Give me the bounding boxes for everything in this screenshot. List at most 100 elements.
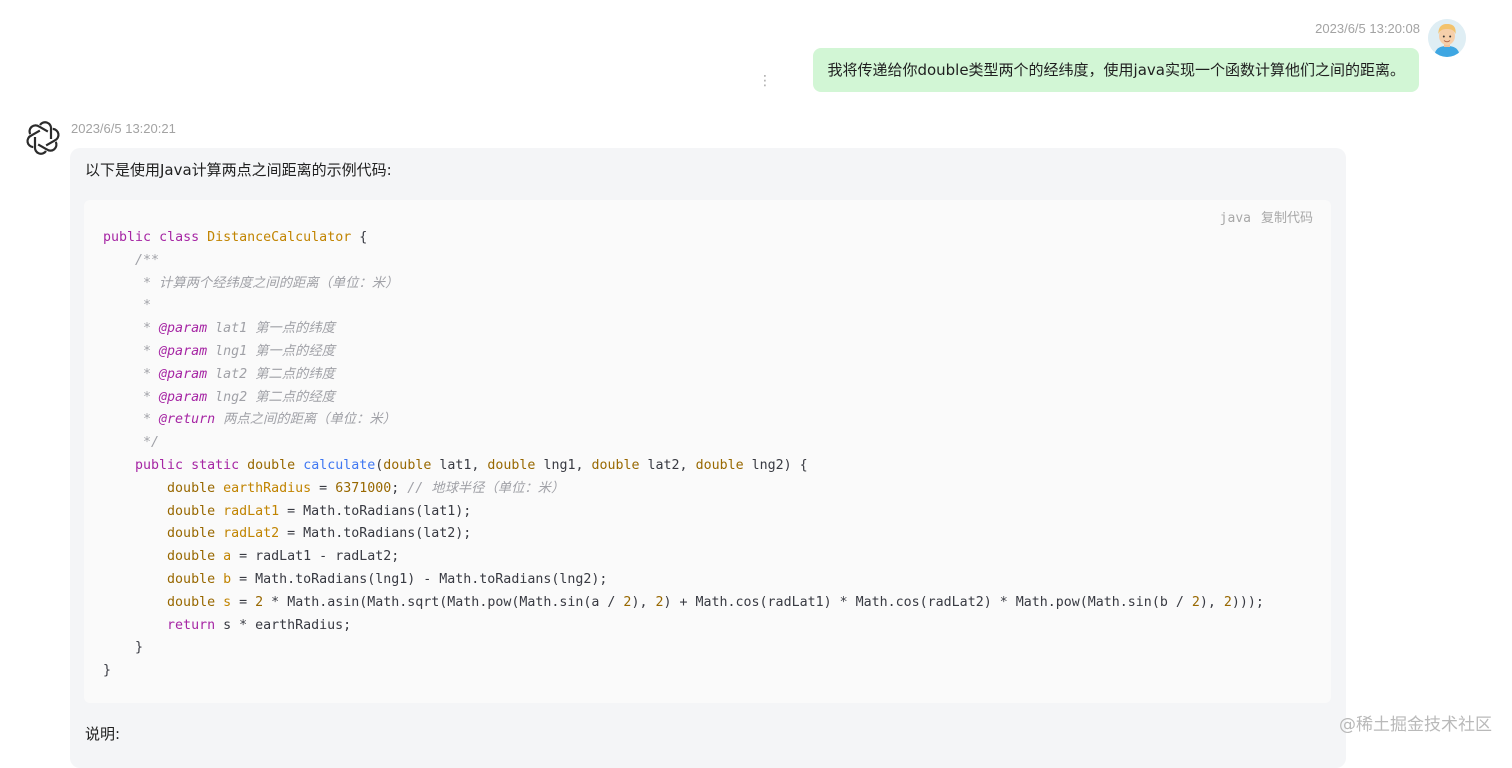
code-token: radLat2 [223, 526, 280, 542]
code-token: calculate [303, 457, 376, 473]
code-language-label: java [1219, 211, 1251, 226]
code-token: b [223, 571, 232, 587]
code-line: double earthRadius = 6371000; // 地球半径（单位… [103, 478, 1264, 501]
code-token: * [143, 298, 152, 314]
code-token: lat1 第一点的纬度 [207, 321, 335, 337]
code-token: @return [159, 412, 216, 428]
code-line: * @param lat2 第二点的纬度 [103, 364, 1264, 387]
code-token: class [159, 230, 200, 245]
code-token: lng2 第二点的经度 [207, 389, 335, 405]
memoji-avatar-icon [1428, 19, 1466, 57]
code-token: double [247, 457, 296, 473]
code-line: } [103, 637, 1264, 660]
code-token: double [487, 457, 536, 473]
code-line: * @param lng2 第二点的经度 [103, 387, 1264, 410]
code-token: * Math.asin(Math.sqrt(Math.pow(Math.sin(… [263, 594, 624, 610]
code-token: } [103, 640, 144, 656]
code-line: double radLat1 = Math.toRadians(lat1); [103, 501, 1264, 524]
code-token: ) + Math.cos(radLat1) * Math.cos(radLat2… [663, 594, 1192, 610]
code-token: = Math.toRadians(lng1) - Math.toRadians(… [231, 571, 608, 587]
code-token: 2 [255, 594, 264, 610]
code-token: static [191, 457, 240, 473]
code-line: public class DistanceCalculator { [103, 227, 1264, 250]
code-token: = [311, 480, 336, 496]
code-token: // 地球半径（单位：米） [407, 480, 565, 496]
code-content: public class DistanceCalculator { /** * … [103, 227, 1264, 683]
code-token: /** [135, 252, 160, 268]
more-options-icon[interactable]: ⋮ [758, 74, 772, 88]
user-avatar[interactable] [1428, 19, 1466, 57]
code-line: * @return 两点之间的距离（单位：米） [103, 409, 1264, 432]
user-message-bubble: 我将传递给你double类型两个的经纬度，使用java实现一个函数计算他们之间的… [813, 48, 1419, 92]
code-token: public [103, 230, 152, 245]
code-token: earthRadius [223, 480, 312, 496]
code-token: lng1, [535, 457, 592, 473]
code-token: = radLat1 - radLat2; [231, 549, 400, 565]
openai-logo-icon [26, 121, 60, 155]
code-token: double [167, 480, 216, 496]
code-token: public [135, 457, 184, 473]
code-line: * [103, 295, 1264, 318]
code-token: lng2) { [743, 457, 808, 473]
watermark: @稀土掘金技术社区 [1339, 715, 1492, 735]
code-token: @param [159, 321, 208, 337]
code-line: * @param lng1 第一点的经度 [103, 341, 1264, 364]
code-token: DistanceCalculator [207, 230, 352, 245]
code-token: return [167, 617, 216, 633]
code-token: * 计算两个经纬度之间的距离（单位：米） [143, 275, 399, 291]
code-token: ), [1199, 594, 1224, 610]
code-token: * [143, 389, 160, 405]
code-token: double [383, 457, 432, 473]
code-token: double [167, 503, 216, 519]
code-token: { [351, 230, 368, 245]
code-token: double [167, 571, 216, 587]
code-token: s [223, 594, 232, 610]
code-token: @param [159, 366, 208, 382]
code-token: = [231, 594, 256, 610]
copy-code-button[interactable]: 复制代码 [1261, 211, 1313, 226]
code-token: @param [159, 389, 208, 405]
code-line: */ [103, 432, 1264, 455]
code-token: ))); [1231, 594, 1264, 610]
code-token: * [143, 412, 160, 428]
code-line: * @param lat1 第一点的纬度 [103, 318, 1264, 341]
code-token: lat1, [431, 457, 488, 473]
code-token: a [223, 549, 232, 565]
code-token: 6371000 [335, 480, 392, 496]
code-token: @param [159, 343, 208, 359]
code-line: * 计算两个经纬度之间的距离（单位：米） [103, 273, 1264, 296]
code-line: /** [103, 250, 1264, 273]
code-token: 2 [1191, 594, 1200, 610]
user-message-timestamp: 2023/6/5 13:20:08 [1315, 21, 1420, 36]
code-line: return s * earthRadius; [103, 615, 1264, 638]
assistant-message-timestamp: 2023/6/5 13:20:21 [71, 121, 176, 136]
code-token: * [143, 343, 160, 359]
code-line: double a = radLat1 - radLat2; [103, 546, 1264, 569]
explanation-heading: 说明: [85, 725, 121, 743]
code-token: 2 [1223, 594, 1232, 610]
code-token: ), [631, 594, 656, 610]
code-line: double s = 2 * Math.asin(Math.sqrt(Math.… [103, 592, 1264, 615]
code-token: 两点之间的距离（单位：米） [215, 412, 396, 428]
